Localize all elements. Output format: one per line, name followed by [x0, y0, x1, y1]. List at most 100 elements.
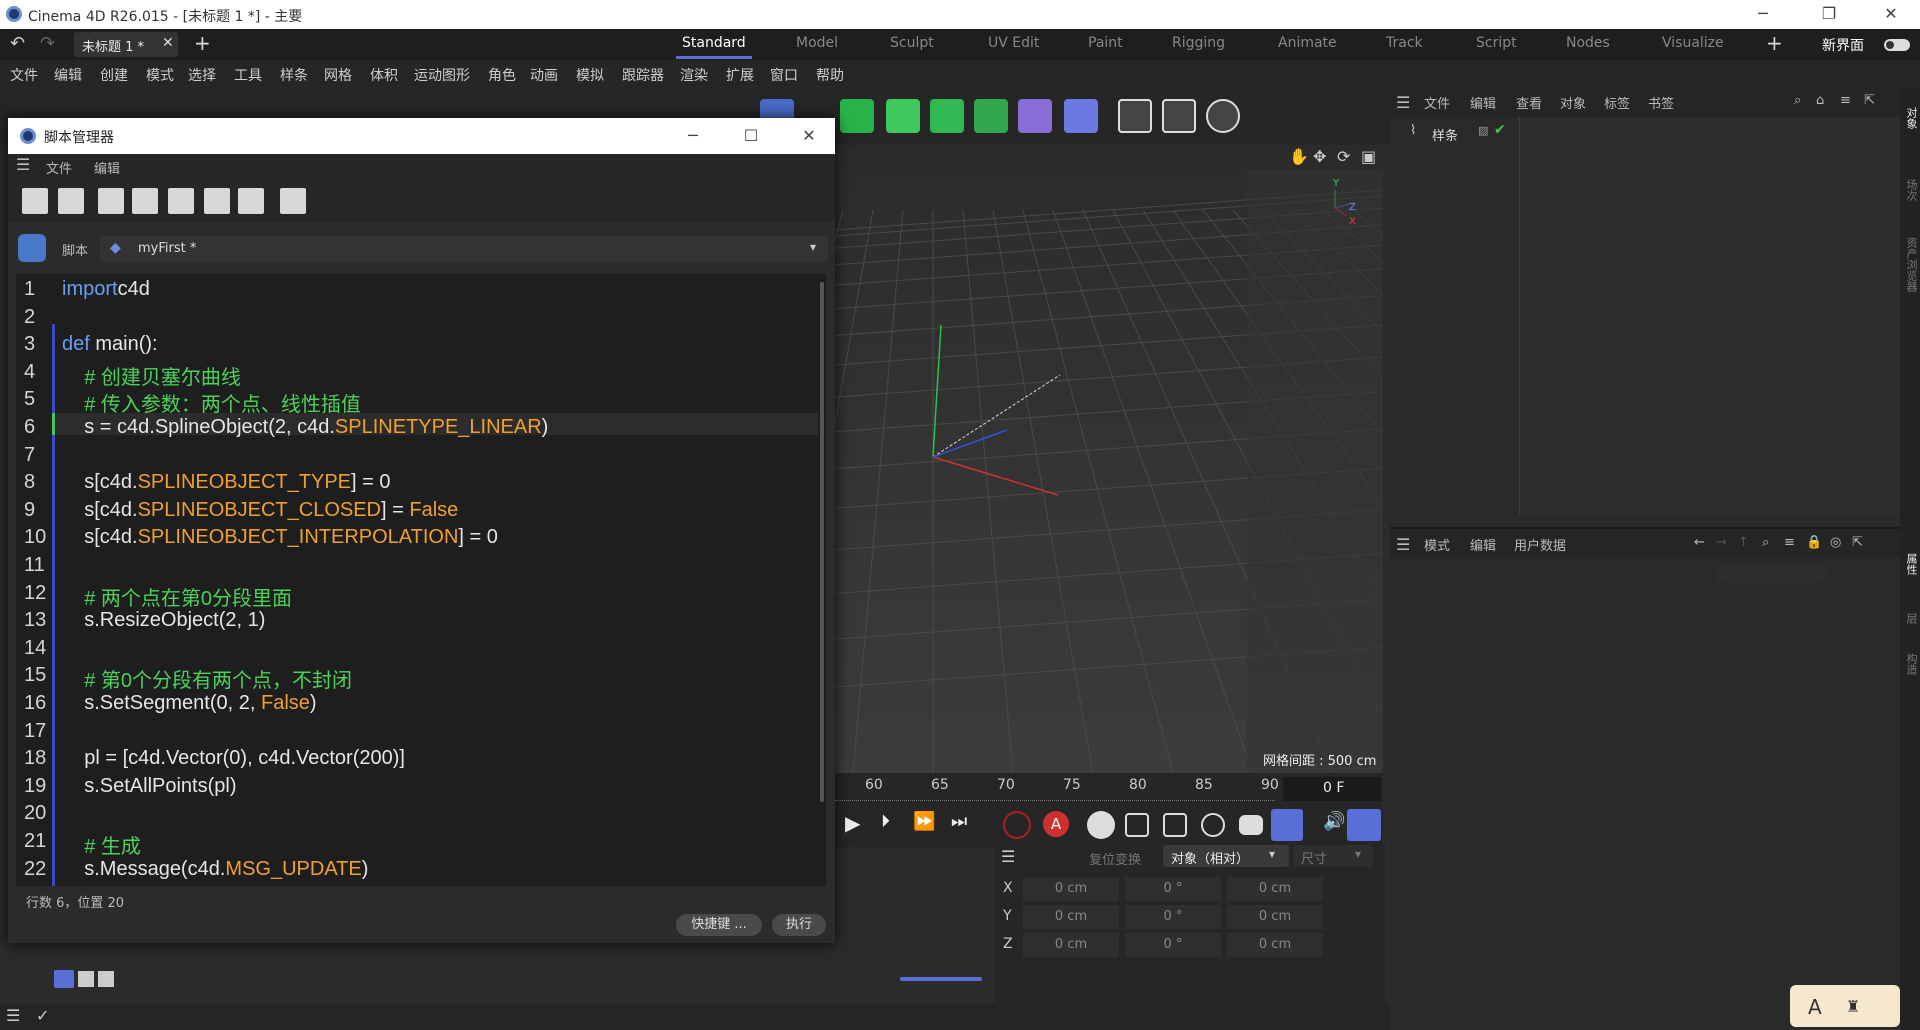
menu-item[interactable]: 帮助 [816, 65, 844, 85]
om-menu-item[interactable]: 书签 [1648, 93, 1674, 112]
side-tab[interactable]: 属性 [1903, 553, 1918, 575]
code-line[interactable]: s = c4d.SplineObject(2, c4d.SPLINETYPE_L… [62, 416, 548, 439]
play-forward-icon[interactable]: ⏩ [913, 811, 935, 832]
key-rotation-icon[interactable] [1163, 813, 1187, 837]
coord-size-field[interactable]: 0 cm [1227, 933, 1323, 957]
minimize-button[interactable]: ─ [1740, 2, 1786, 26]
key-position-icon[interactable] [1125, 813, 1149, 837]
console-icon[interactable] [280, 188, 306, 214]
menu-item[interactable]: 选择 [188, 65, 216, 85]
om-menu-item[interactable]: 查看 [1516, 93, 1542, 112]
back-arrow-icon[interactable]: ← [1694, 535, 1705, 550]
side-tab[interactable]: 资产浏览器 [1903, 237, 1918, 292]
large-view-icon[interactable] [98, 971, 114, 987]
menu-item[interactable]: 编辑 [54, 65, 82, 85]
am-menu-icon[interactable]: ☰ [1396, 535, 1410, 554]
menu-item[interactable]: 文件 [10, 65, 38, 85]
list-view-icon[interactable] [54, 970, 74, 988]
code-line[interactable]: importc4d [62, 278, 150, 301]
attribute-search[interactable] [1716, 565, 1826, 583]
coord-rot-field[interactable]: 0 ° [1125, 933, 1221, 957]
lock-icon[interactable]: 🔒 [1806, 535, 1822, 550]
coord-menu-icon[interactable]: ☰ [1001, 847, 1015, 866]
coord-size-field[interactable]: 0 cm [1227, 877, 1323, 901]
tab-layout-script[interactable]: Script [1476, 35, 1517, 51]
filter-icon[interactable]: ≡ [1784, 535, 1795, 550]
sm-menu-icon[interactable]: ☰ [16, 155, 30, 174]
new-window-icon[interactable]: ⇱ [1864, 93, 1875, 108]
forward-arrow-icon[interactable]: → [1716, 535, 1727, 550]
cloner-icon[interactable] [930, 99, 964, 133]
filter-icon[interactable]: ≡ [1840, 93, 1851, 108]
editor-scrollbar[interactable] [820, 282, 824, 802]
ime-toolbar[interactable]: A ♜ [1790, 985, 1900, 1027]
coord-size-field[interactable]: 0 cm [1227, 905, 1323, 929]
code-line[interactable]: # 创建贝塞尔曲线 [62, 361, 241, 390]
key-scale-icon[interactable] [1201, 813, 1225, 837]
cube-green-icon[interactable] [886, 99, 920, 133]
reset-transform-tab[interactable]: 复位变换 [1089, 849, 1141, 868]
home-icon[interactable]: ⌂ [1816, 93, 1824, 108]
code-line[interactable]: s.SetAllPoints(pl) [62, 775, 236, 798]
menu-edit[interactable]: 编辑 [94, 158, 120, 177]
code-line[interactable]: s.ResizeObject(2, 1) [62, 609, 265, 632]
code-editor[interactable]: 1 importc4d 2 3 def main(): 4 # 创建贝塞尔曲线 5 # 传入… [16, 274, 826, 886]
menu-item[interactable]: 窗口 [770, 65, 798, 85]
code-line[interactable]: s[c4d.SPLINEOBJECT_TYPE] = 0 [62, 471, 390, 494]
document-tab[interactable]: 未标题 1 * ✕ [74, 32, 178, 57]
minimize-button[interactable]: ─ [670, 124, 716, 148]
clapper-icon[interactable] [204, 188, 230, 214]
menu-item[interactable]: 创建 [100, 65, 128, 85]
om-menu-item[interactable]: 文件 [1424, 93, 1450, 112]
code-line[interactable]: # 第0个分段有两个点，不封闭 [62, 664, 352, 693]
tab-layout-model[interactable]: Model [796, 35, 838, 51]
shortcut-button[interactable]: 快捷键 ... [676, 914, 762, 936]
om-menu-item[interactable]: 对象 [1560, 93, 1586, 112]
code-line[interactable]: # 两个点在第0分段里面 [62, 582, 292, 611]
menu-item[interactable]: 渲染 [680, 65, 708, 85]
om-menu-item[interactable]: 标签 [1604, 93, 1630, 112]
record-icon[interactable] [1003, 811, 1031, 839]
up-arrow-icon[interactable]: ↑ [1738, 535, 1749, 550]
size-mode-select[interactable]: 尺寸 ▾ [1293, 845, 1373, 867]
coord-pos-field[interactable]: 0 cm [1023, 905, 1119, 929]
script-select[interactable]: ◆ myFirst * ▾ [100, 236, 828, 262]
enabled-check-icon[interactable]: ✔ [1494, 122, 1506, 138]
tab-layout-nodes[interactable]: Nodes [1566, 35, 1610, 51]
coord-rot-field[interactable]: 0 ° [1125, 905, 1221, 929]
menu-item[interactable]: 跟踪器 [622, 65, 664, 85]
menu-item[interactable]: 运动图形 [414, 65, 470, 85]
code-line[interactable]: s[c4d.SPLINEOBJECT_INTERPOLATION] = 0 [62, 526, 498, 549]
am-menu-item[interactable]: 模式 [1424, 535, 1450, 554]
visibility-icon[interactable]: ▨ [1478, 124, 1488, 137]
menu-item[interactable]: 网格 [324, 65, 352, 85]
code-line[interactable]: pl = [c4d.Vector(0), c4d.Vector(200)] [62, 747, 405, 770]
check-circle-icon[interactable]: ✓ [36, 1006, 49, 1025]
om-menu-icon[interactable]: ☰ [1396, 93, 1410, 112]
execute-button[interactable]: 执行 [772, 914, 826, 936]
coord-pos-field[interactable]: 0 cm [1023, 877, 1119, 901]
frame-counter[interactable]: 0 F [1283, 777, 1381, 801]
pan-icon[interactable]: ✋ [1289, 147, 1309, 166]
tab-layout-uv-edit[interactable]: UV Edit [988, 35, 1039, 51]
audio-scrub-icon[interactable] [1347, 809, 1381, 841]
side-tab[interactable]: 层 [1903, 613, 1918, 624]
menu-item[interactable]: 工具 [234, 65, 262, 85]
tab-layout-animate[interactable]: Animate [1278, 35, 1337, 51]
object-row-spline[interactable]: ⌇ 样条 ▨ ✔ [1410, 122, 1520, 144]
new-script-icon[interactable] [22, 188, 48, 214]
menu-file[interactable]: 文件 [46, 158, 72, 177]
side-tab[interactable]: 场次 [1903, 179, 1918, 201]
save-icon[interactable] [98, 188, 124, 214]
ime-skin-icon[interactable]: ♜ [1846, 997, 1860, 1016]
open-folder-icon[interactable] [58, 188, 84, 214]
interpolation-icon[interactable] [1271, 809, 1303, 841]
rotate-view-icon[interactable]: ⟳ [1337, 147, 1350, 166]
menu-item[interactable]: 体积 [370, 65, 398, 85]
menu-item[interactable]: 样条 [280, 65, 308, 85]
new-ui-toggle[interactable] [1884, 39, 1910, 51]
code-line[interactable]: # 传入参数：两个点、线性插值 [62, 388, 361, 417]
new-window-icon[interactable]: ⇱ [1852, 535, 1863, 550]
image-icon[interactable] [238, 188, 264, 214]
search-icon[interactable]: ⌕ [1794, 93, 1801, 108]
